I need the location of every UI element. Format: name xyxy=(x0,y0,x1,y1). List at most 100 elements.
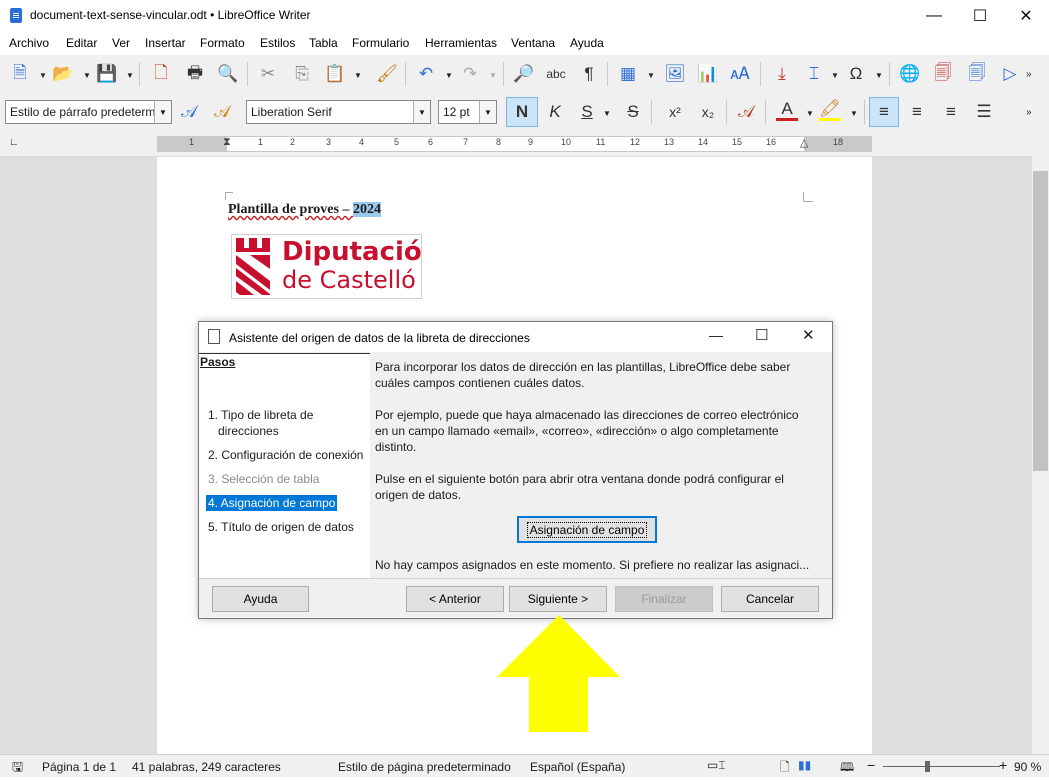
insert-mode-icon[interactable]: ▭⌶ xyxy=(707,758,726,773)
subscript-button[interactable]: x₂ xyxy=(697,101,719,123)
multi-page-view-icon[interactable]: ▮▮ xyxy=(798,758,811,772)
logo-image[interactable]: Diputació de Castelló xyxy=(231,234,422,299)
insert-textbox-icon[interactable]: 🗚 xyxy=(729,63,751,85)
chevron-down-icon[interactable]: ▼ xyxy=(806,109,814,118)
help-button[interactable]: Ayuda xyxy=(212,586,309,612)
menu-ayuda[interactable]: Ayuda xyxy=(570,36,604,50)
tab-stop-type-icon[interactable]: ∟ xyxy=(9,137,19,148)
print-icon[interactable]: 🖶 xyxy=(184,63,206,85)
hyperlink-icon[interactable]: 🌐 xyxy=(899,63,921,85)
step-1[interactable]: 1. Tipo de libreta de xyxy=(208,408,313,422)
scrollbar-thumb[interactable] xyxy=(1033,171,1048,471)
menu-formato[interactable]: Formato xyxy=(200,36,245,50)
step-4-active[interactable]: 4. Asignación de campo xyxy=(206,495,338,511)
insert-table-icon[interactable]: ▦ xyxy=(617,63,639,85)
zoom-slider-handle[interactable] xyxy=(925,761,930,772)
maximize-button[interactable]: ☐ xyxy=(957,0,1003,31)
menu-editar[interactable]: Editar xyxy=(66,36,97,50)
close-button[interactable]: ✕ xyxy=(1003,0,1049,31)
indent-marker-icon[interactable]: ⧗ xyxy=(223,136,231,149)
toolbar-overflow-icon[interactable]: » xyxy=(1026,69,1032,80)
chevron-down-icon[interactable]: ▼ xyxy=(647,71,655,80)
toolbar-overflow-icon[interactable]: » xyxy=(1026,107,1032,118)
new-style-icon[interactable]: 𝒜 xyxy=(211,101,233,123)
menu-ver[interactable]: Ver xyxy=(112,36,130,50)
find-replace-icon[interactable]: 🔎 xyxy=(513,63,535,85)
update-style-icon[interactable]: 𝒜 xyxy=(178,101,200,123)
spelling-icon[interactable]: abc xyxy=(545,63,567,85)
menu-archivo[interactable]: Archivo xyxy=(9,36,49,50)
chevron-down-icon[interactable]: ▼ xyxy=(831,71,839,80)
chevron-down-icon[interactable]: ▼ xyxy=(126,71,134,80)
step-5[interactable]: 5. Título de origen de datos xyxy=(208,520,354,534)
align-right-icon[interactable]: ≡ xyxy=(940,101,962,123)
dialog-maximize-button[interactable]: ☐ xyxy=(755,326,768,344)
export-pdf-icon[interactable]: 🗋 xyxy=(150,63,172,85)
minimize-button[interactable]: — xyxy=(911,0,957,31)
italic-button[interactable]: K xyxy=(544,101,566,123)
menu-herramientas[interactable]: Herramientas xyxy=(425,36,497,50)
font-name-select[interactable]: Liberation Serif ▼ xyxy=(246,100,431,124)
paragraph-style-select[interactable]: Estilo de párrafo predetermin ▼ xyxy=(5,100,172,124)
endnote-icon[interactable]: 🗐 xyxy=(966,63,988,85)
word-count[interactable]: 41 palabras, 249 caracteres xyxy=(132,760,281,774)
step-2[interactable]: 2. Configuración de conexión xyxy=(208,448,363,462)
align-center-icon[interactable]: ≡ xyxy=(906,101,928,123)
menu-formulario[interactable]: Formulario xyxy=(352,36,409,50)
chevron-down-icon[interactable]: ▼ xyxy=(83,71,91,80)
chevron-down-icon[interactable]: ▼ xyxy=(413,101,430,123)
step-1-cont[interactable]: direcciones xyxy=(218,424,279,438)
more-tools-icon[interactable]: ▷ xyxy=(999,63,1021,85)
font-size-select[interactable]: 12 pt ▼ xyxy=(438,100,497,124)
page-count[interactable]: Página 1 de 1 xyxy=(42,760,116,774)
insert-chart-icon[interactable]: 📊 xyxy=(697,63,719,85)
underline-button[interactable]: S xyxy=(576,101,598,123)
dialog-close-button[interactable]: ✕ xyxy=(802,326,815,344)
field-assignment-button[interactable]: Asignación de campo xyxy=(517,516,657,543)
zoom-level[interactable]: 90 % xyxy=(1014,760,1041,774)
copy-icon[interactable]: ⎘ xyxy=(291,63,313,85)
next-button[interactable]: Siguiente > xyxy=(509,586,607,612)
chevron-down-icon[interactable]: ▼ xyxy=(850,109,858,118)
single-page-view-icon[interactable]: 🗋 xyxy=(780,758,790,779)
strikethrough-button[interactable]: S xyxy=(622,101,644,123)
clone-formatting-icon[interactable]: 🖌 xyxy=(376,63,398,85)
clear-formatting-icon[interactable]: 𝒜 xyxy=(735,101,757,123)
paste-icon[interactable]: 📋 xyxy=(324,63,346,85)
superscript-button[interactable]: x² xyxy=(664,101,686,123)
dialog-minimize-button[interactable]: — xyxy=(709,327,723,343)
insert-page-break-icon[interactable]: ⤓ xyxy=(771,63,793,85)
zoom-out-icon[interactable]: − xyxy=(867,757,875,773)
chevron-down-icon[interactable]: ▼ xyxy=(445,71,453,80)
chevron-down-icon[interactable]: ▼ xyxy=(354,71,362,80)
formatting-marks-icon[interactable]: ¶ xyxy=(578,63,600,85)
right-indent-marker-icon[interactable]: △ xyxy=(800,136,808,149)
chevron-down-icon[interactable]: ▼ xyxy=(489,71,497,80)
align-left-icon[interactable]: ≡ xyxy=(869,97,899,127)
save-icon[interactable]: 💾 xyxy=(96,63,118,85)
menu-insertar[interactable]: Insertar xyxy=(145,36,186,50)
insert-image-icon[interactable]: 🖼 xyxy=(664,63,686,85)
insert-field-icon[interactable]: ⌶ xyxy=(803,63,825,85)
chevron-down-icon[interactable]: ▼ xyxy=(479,101,496,123)
vertical-scrollbar[interactable] xyxy=(1032,131,1049,754)
back-button[interactable]: < Anterior xyxy=(406,586,504,612)
print-preview-icon[interactable]: 🔍 xyxy=(217,63,239,85)
cancel-button[interactable]: Cancelar xyxy=(721,586,819,612)
new-document-icon[interactable]: 🗎 xyxy=(9,63,31,85)
undo-icon[interactable]: ↶ xyxy=(415,63,437,85)
font-color-icon[interactable]: A xyxy=(776,99,798,121)
document-heading[interactable]: Plantilla de proves – 2024 xyxy=(228,202,381,218)
chevron-down-icon[interactable]: ▼ xyxy=(154,101,171,123)
chevron-down-icon[interactable]: ▼ xyxy=(603,109,611,118)
redo-icon[interactable]: ↷ xyxy=(459,63,481,85)
zoom-slider[interactable] xyxy=(883,766,1000,767)
special-character-icon[interactable]: Ω xyxy=(845,63,867,85)
menu-ventana[interactable]: Ventana xyxy=(511,36,555,50)
bold-button[interactable]: N xyxy=(506,97,538,127)
cut-icon[interactable]: ✂ xyxy=(257,63,279,85)
zoom-in-icon[interactable]: + xyxy=(999,757,1007,773)
menu-tabla[interactable]: Tabla xyxy=(309,36,338,50)
justify-icon[interactable]: ☰ xyxy=(973,101,995,123)
footnote-icon[interactable]: 🗐 xyxy=(932,63,954,85)
